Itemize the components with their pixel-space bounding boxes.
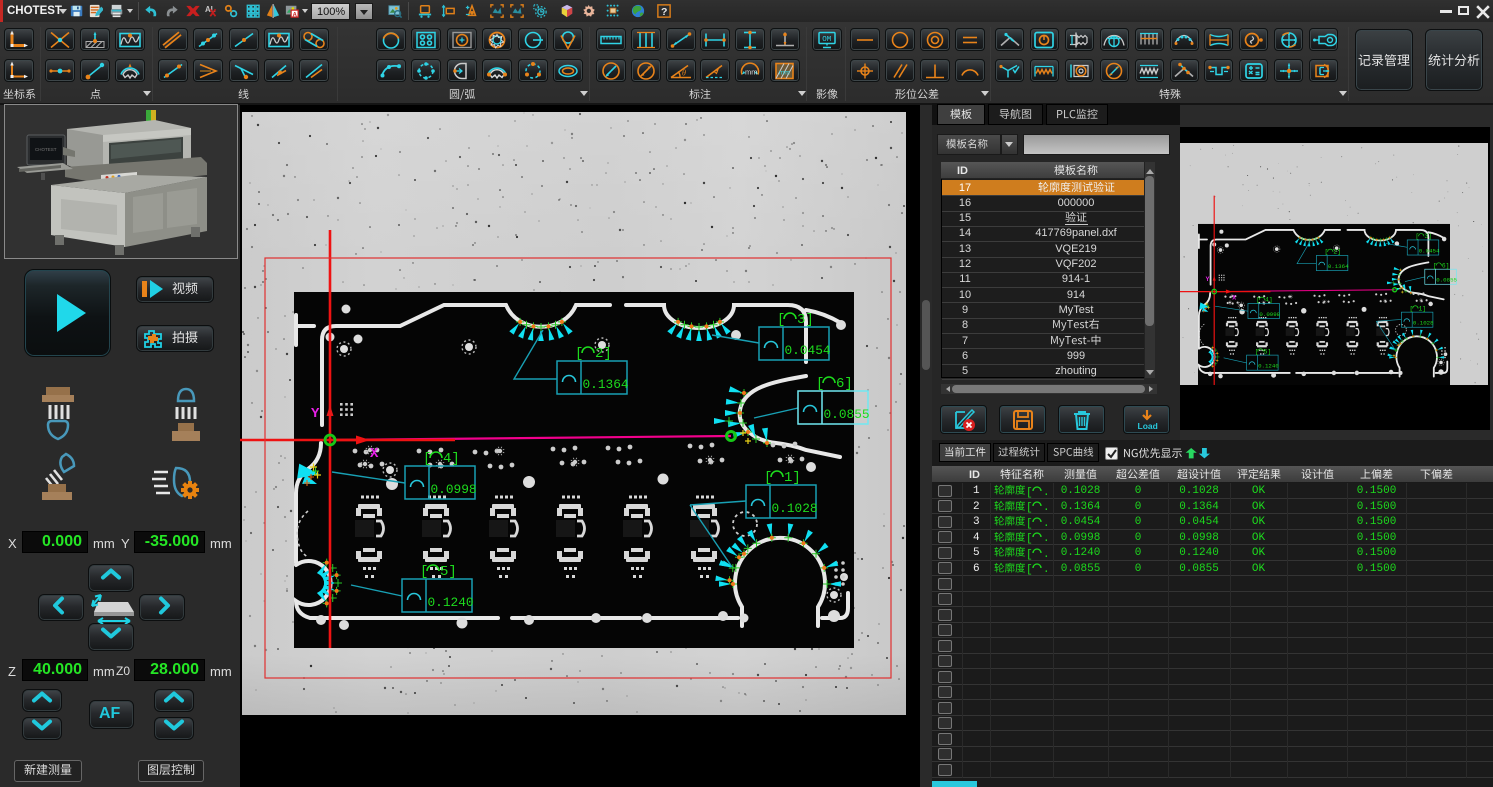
svg-text:[: [ bbox=[1026, 549, 1033, 560]
svg-text:0.1028: 0.1028 bbox=[772, 501, 818, 516]
svg-text:X: X bbox=[370, 446, 379, 462]
svg-text:3]: 3] bbox=[797, 312, 814, 328]
svg-text:[: [ bbox=[423, 451, 431, 467]
svg-text:OM: OM bbox=[822, 36, 832, 44]
svg-text:[: [ bbox=[777, 312, 785, 328]
svg-text:...: ... bbox=[1043, 502, 1052, 513]
svg-text:Y: Y bbox=[311, 406, 320, 422]
svg-text:0.1364: 0.1364 bbox=[583, 377, 629, 392]
svg-text:1]: 1] bbox=[784, 470, 801, 486]
svg-text:[: [ bbox=[1026, 518, 1033, 529]
svg-text:0.0998: 0.0998 bbox=[431, 482, 477, 497]
svg-text:5]: 5] bbox=[440, 564, 457, 580]
svg-text:...: ... bbox=[1043, 564, 1052, 575]
svg-text:[: [ bbox=[764, 470, 772, 486]
svg-text:0.0454: 0.0454 bbox=[785, 343, 831, 358]
svg-text:Load: Load bbox=[1138, 421, 1158, 431]
svg-text:A: A bbox=[292, 11, 297, 18]
svg-text:0.1240: 0.1240 bbox=[428, 595, 474, 610]
svg-text:mm: mm bbox=[745, 67, 758, 76]
svg-text:[: [ bbox=[1026, 502, 1033, 513]
svg-text:[: [ bbox=[575, 346, 583, 362]
svg-text:...: ... bbox=[1043, 549, 1052, 560]
svg-text:...: ... bbox=[1043, 518, 1052, 529]
svg-text:...: ... bbox=[1043, 533, 1052, 544]
svg-text:?: ? bbox=[661, 6, 667, 18]
svg-text:[: [ bbox=[420, 564, 428, 580]
svg-text:0.0855: 0.0855 bbox=[824, 407, 870, 422]
svg-text:4]: 4] bbox=[443, 451, 460, 467]
svg-text:...: ... bbox=[1043, 487, 1052, 498]
svg-text:θ: θ bbox=[682, 68, 686, 77]
svg-text:[: [ bbox=[1026, 564, 1033, 575]
svg-text:2]: 2] bbox=[595, 346, 612, 362]
svg-text:[: [ bbox=[816, 376, 824, 392]
svg-text:[: [ bbox=[1026, 533, 1033, 544]
svg-text:mm: mm bbox=[779, 69, 790, 76]
svg-text:6]: 6] bbox=[836, 376, 853, 392]
svg-text:CHOTEST: CHOTEST bbox=[35, 147, 57, 152]
svg-text:[: [ bbox=[1026, 487, 1033, 498]
